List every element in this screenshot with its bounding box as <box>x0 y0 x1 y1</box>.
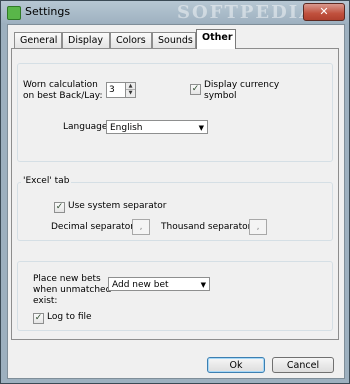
chevron-down-icon: ▼ <box>200 281 206 289</box>
dialog-body: General Display Colors Sounds Other Worn… <box>7 24 345 379</box>
tab-display[interactable]: Display <box>62 32 110 48</box>
close-button[interactable]: ✕ <box>303 3 345 21</box>
worn-calculation-stepper[interactable]: ▲ ▼ <box>125 82 136 98</box>
log-to-file-label: Log to file <box>47 312 92 322</box>
ok-button[interactable]: Ok <box>207 357 265 373</box>
decimal-separator-input[interactable]: , <box>132 219 150 235</box>
spin-down-icon[interactable]: ▼ <box>126 90 135 97</box>
language-label: Language: <box>63 122 111 132</box>
language-select[interactable]: English ▼ <box>106 120 208 134</box>
excel-tab-group-label: 'Excel' tab <box>21 176 72 186</box>
decimal-separator-label: Decimal separator: <box>51 222 137 232</box>
tab-general[interactable]: General <box>14 32 62 48</box>
close-icon: ✕ <box>319 5 329 18</box>
display-currency-label: Display currency symbol <box>204 80 280 101</box>
general-options-group: Worn calculation on best Back/Lay: 3 ▲ ▼… <box>17 63 333 162</box>
settings-window: Settings SOFTPEDIA ✕ General Display Col… <box>0 0 350 384</box>
thousand-separator-input[interactable]: , <box>249 219 267 235</box>
use-system-separator-label: Use system separator <box>68 201 167 211</box>
place-new-bets-label: Place new bets when unmatched exist: <box>33 274 112 306</box>
place-new-bets-value: Add new bet <box>112 280 169 290</box>
tab-sounds[interactable]: Sounds <box>152 32 196 48</box>
tab-other[interactable]: Other <box>196 29 236 49</box>
worn-calculation-input[interactable]: 3 <box>106 82 126 98</box>
display-currency-checkbox[interactable]: ✓ <box>190 84 201 95</box>
tab-colors[interactable]: Colors <box>110 32 152 48</box>
place-new-bets-select[interactable]: Add new bet ▼ <box>108 277 210 291</box>
language-value: English <box>110 123 143 133</box>
log-to-file-checkbox[interactable]: ✓ <box>33 313 44 324</box>
cancel-button[interactable]: Cancel <box>272 357 334 373</box>
use-system-separator-checkbox[interactable]: ✓ <box>54 202 65 213</box>
bets-options-group: Place new bets when unmatched exist: Add… <box>17 261 333 331</box>
chevron-down-icon: ▼ <box>198 124 204 132</box>
tab-panel-other: Worn calculation on best Back/Lay: 3 ▲ ▼… <box>11 48 339 340</box>
thousand-separator-label: Thousand separator: <box>161 222 255 232</box>
app-icon <box>7 6 21 20</box>
title-bar[interactable]: Settings SOFTPEDIA ✕ <box>1 1 349 23</box>
window-title: Settings <box>25 5 71 18</box>
spin-up-icon[interactable]: ▲ <box>126 83 135 90</box>
watermark: SOFTPEDIA <box>177 2 316 23</box>
worn-calculation-label: Worn calculation on best Back/Lay: <box>23 80 103 101</box>
